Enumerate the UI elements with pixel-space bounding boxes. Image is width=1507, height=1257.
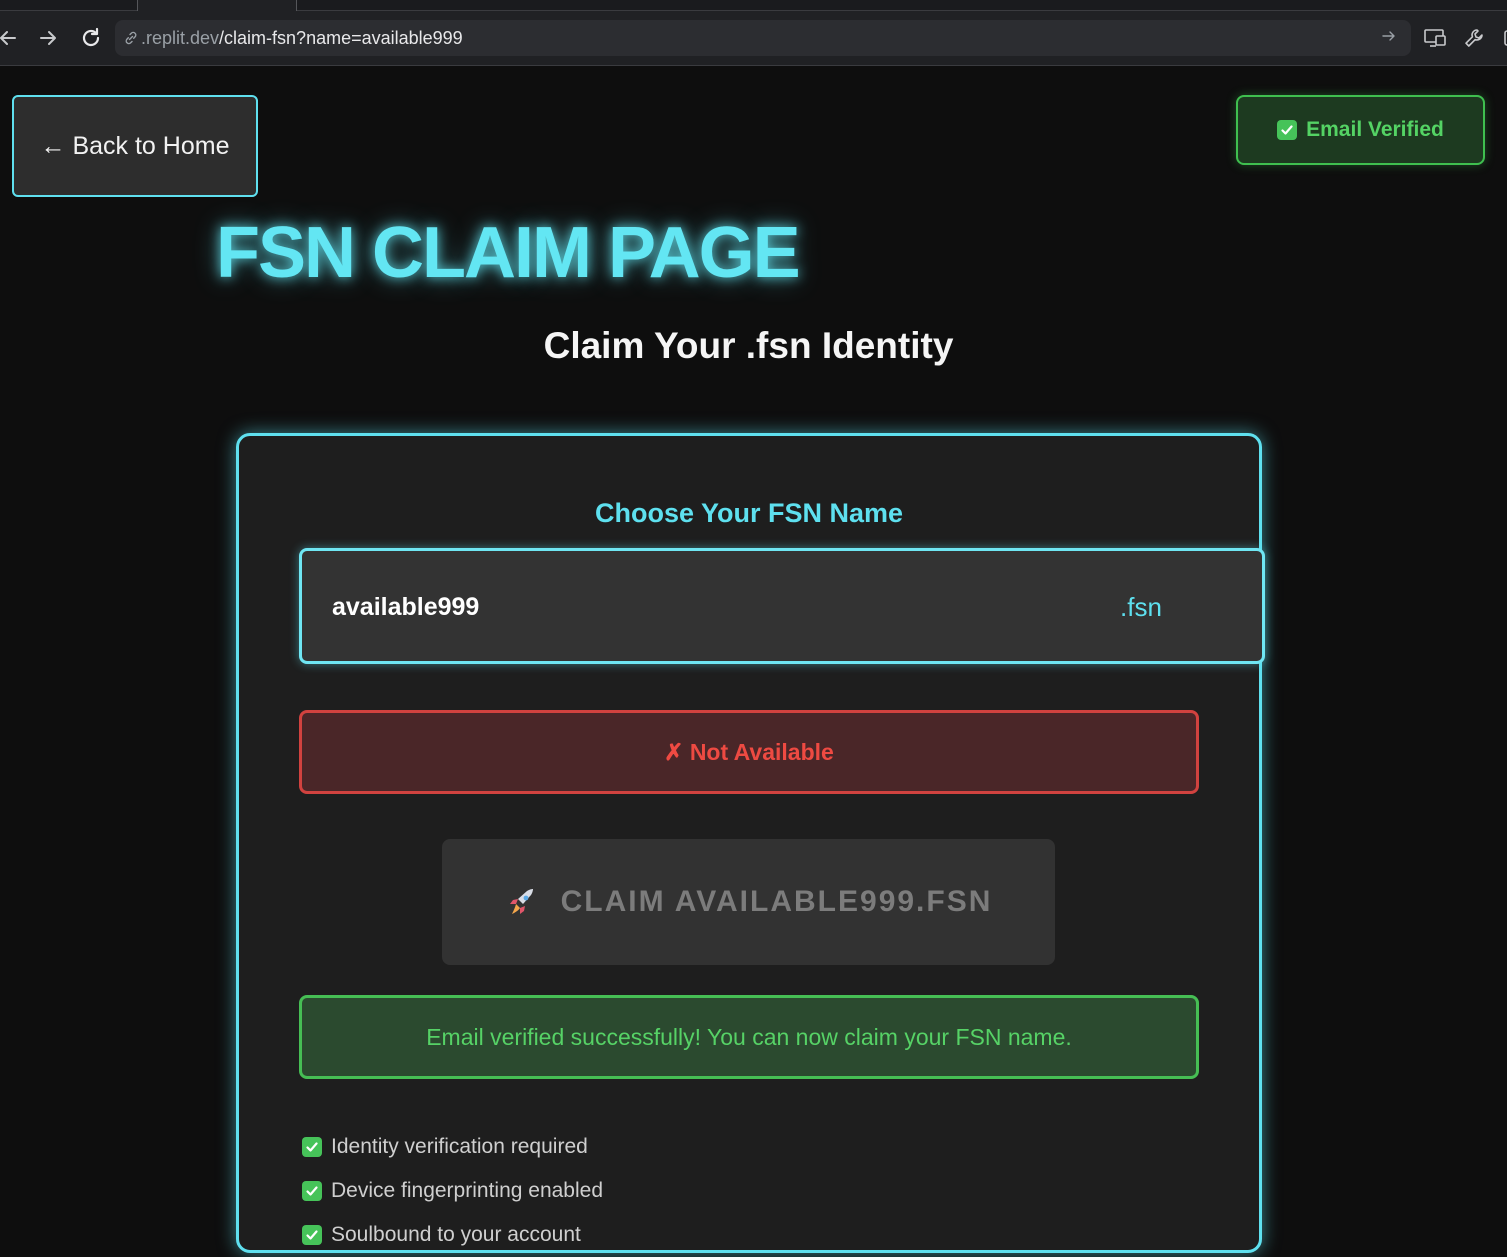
feature-item: Soulbound to your account	[302, 1213, 603, 1257]
email-verified-label: Email Verified	[1306, 118, 1444, 141]
go-arrow-icon[interactable]	[1381, 28, 1401, 48]
claim-button[interactable]: CLAIM AVAILABLE999.FSN	[442, 839, 1055, 965]
success-message: Email verified successfully! You can now…	[299, 995, 1199, 1079]
page-subtitle: Claim Your .fsn Identity	[543, 325, 954, 366]
feature-label: Device fingerprinting enabled	[331, 1179, 604, 1202]
claim-button-label: CLAIM AVAILABLE999.FSN	[560, 885, 993, 918]
reload-icon[interactable]	[77, 24, 105, 52]
checkmark-icon	[302, 1225, 322, 1245]
url-host: .replit.dev	[141, 27, 220, 48]
link-icon	[121, 28, 141, 48]
back-arrow-icon[interactable]	[0, 24, 22, 52]
url-text: .replit.dev/claim-fsn?name=available999	[141, 28, 463, 49]
forward-arrow-icon[interactable]	[34, 24, 62, 52]
feature-label: Identity verification required	[331, 1135, 588, 1158]
email-verified-badge: Email Verified	[1236, 95, 1485, 165]
back-to-home-button[interactable]: ← Back to Home	[12, 95, 258, 197]
feature-list: Identity verification required Device fi…	[302, 1125, 603, 1257]
tab-strip	[0, 0, 1507, 11]
checkmark-icon	[302, 1181, 322, 1201]
checkmark-icon	[302, 1137, 322, 1157]
availability-status: ✗ Not Available	[299, 710, 1199, 794]
feature-item: Device fingerprinting enabled	[302, 1169, 603, 1213]
feature-item: Identity verification required	[302, 1125, 603, 1169]
browser-tab[interactable]	[137, 0, 297, 11]
page-title: FSN CLAIM PAGE	[216, 213, 801, 293]
checkmark-icon	[1277, 120, 1298, 140]
fsn-suffix: .fsn	[1120, 592, 1162, 622]
url-path: /claim-fsn?name=available999	[219, 27, 463, 48]
choose-name-label: Choose Your FSN Name	[594, 498, 904, 528]
fsn-name-input[interactable]	[332, 589, 1032, 625]
wrench-icon[interactable]	[1460, 24, 1488, 52]
sidebar-icon[interactable]	[1496, 24, 1507, 52]
cast-screen-icon[interactable]	[1421, 24, 1449, 52]
rocket-icon	[505, 885, 539, 919]
address-bar[interactable]: .replit.dev/claim-fsn?name=available999	[115, 20, 1411, 56]
fsn-name-field: .fsn	[299, 548, 1265, 664]
browser-chrome: .replit.dev/claim-fsn?name=available999	[0, 0, 1507, 66]
